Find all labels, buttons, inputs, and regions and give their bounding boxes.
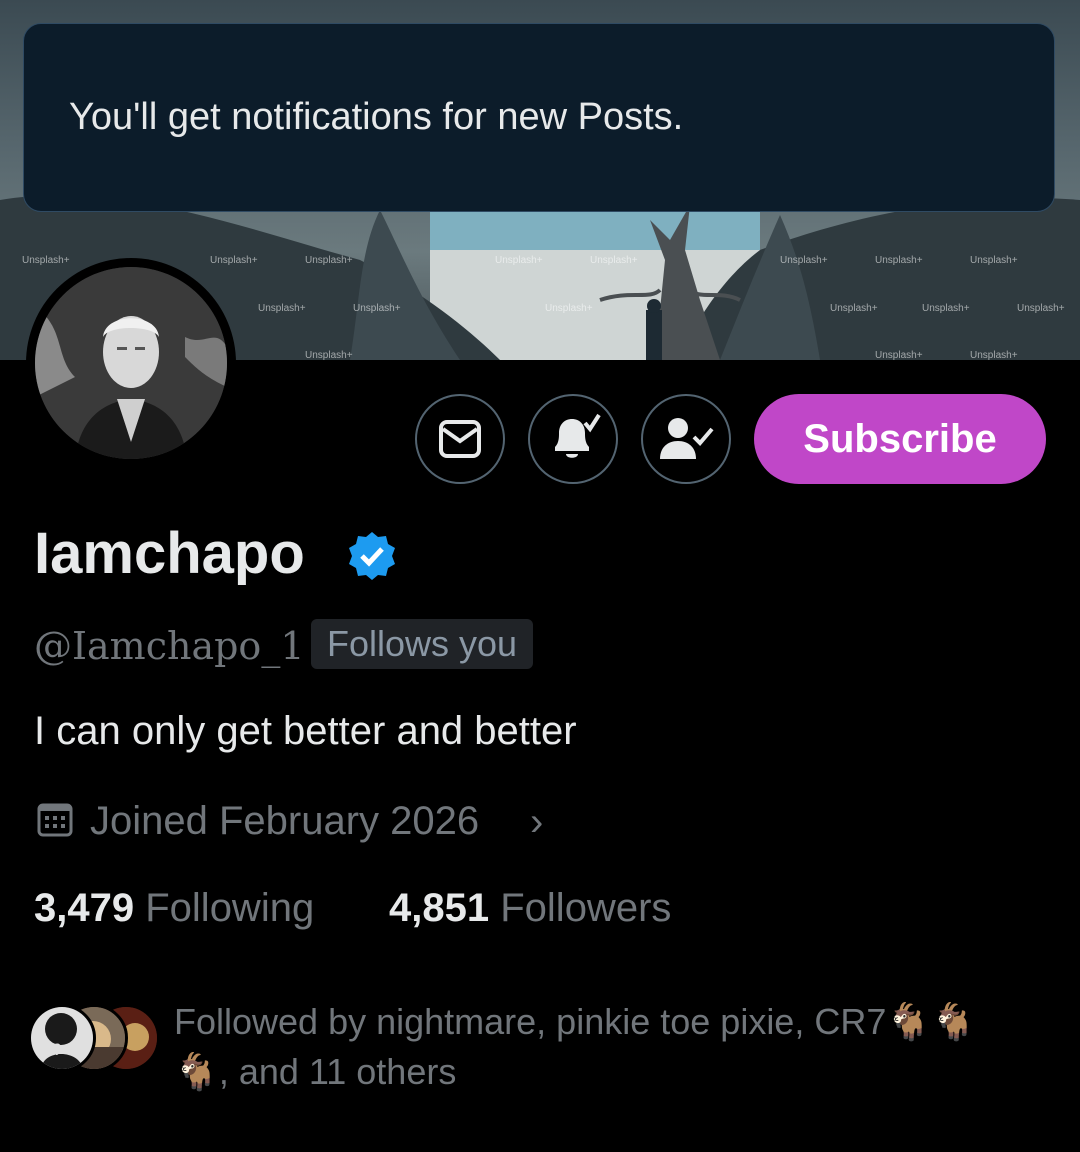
bell-check-icon — [555, 413, 601, 458]
followers-label: Followers — [500, 886, 672, 930]
watermark: Unsplash+ — [353, 303, 401, 314]
profile-handle: @Iamchapo_1 — [34, 624, 305, 668]
following-count: 3,479 — [34, 886, 135, 930]
person-check-icon — [660, 418, 714, 459]
notification-toast[interactable]: You'll get notifications for new Posts. — [23, 23, 1055, 212]
mail-icon — [439, 420, 481, 458]
watermark: Unsplash+ — [1017, 303, 1065, 314]
profile-avatar[interactable] — [26, 258, 236, 468]
followed-by-text[interactable]: Followed by nightmare, pinkie toe pixie,… — [174, 997, 1034, 1097]
following-stat[interactable]: 3,479 Following — [34, 886, 314, 931]
message-button[interactable] — [415, 394, 505, 484]
calendar-icon — [37, 803, 73, 837]
following-label: Following — [145, 886, 315, 930]
watermark: Unsplash+ — [970, 255, 1018, 266]
watermark: Unsplash+ — [970, 350, 1018, 360]
profile-bio: I can only get better and better — [34, 709, 577, 753]
watermark: Unsplash+ — [258, 303, 306, 314]
watermark: Unsplash+ — [210, 255, 258, 266]
watermark: Unsplash+ — [495, 255, 543, 266]
watermark: Unsplash+ — [590, 255, 638, 266]
watermark: Unsplash+ — [22, 255, 70, 266]
watermark: Unsplash+ — [922, 303, 970, 314]
watermark: Unsplash+ — [875, 255, 923, 266]
followed-by-line: Followed by nightmare, pinkie toe pixie,… — [174, 1001, 977, 1042]
following-button[interactable] — [641, 394, 731, 484]
chevron-right-icon[interactable]: › — [530, 800, 543, 845]
watermark: Unsplash+ — [545, 303, 593, 314]
followed-by-line: 🐐, and 11 others — [174, 1051, 457, 1092]
avatar-photo — [35, 267, 227, 459]
joined-date[interactable]: Joined February 2026 — [90, 799, 479, 844]
watermark: Unsplash+ — [830, 303, 878, 314]
mutual-followers-avatars[interactable]: ? — [28, 1004, 163, 1076]
watermark: Unsplash+ — [305, 255, 353, 266]
watermark: Unsplash+ — [780, 255, 828, 266]
svg-text:?: ? — [53, 1040, 62, 1059]
toast-message: You'll get notifications for new Posts. — [69, 96, 684, 138]
follows-you-badge: Follows you — [311, 619, 534, 669]
notifications-button[interactable] — [528, 394, 618, 484]
watermark: Unsplash+ — [875, 350, 923, 360]
avatar: ? — [28, 1004, 96, 1072]
watermark: Unsplash+ — [305, 350, 353, 360]
followers-count: 4,851 — [389, 886, 490, 930]
subscribe-button[interactable]: Subscribe — [754, 394, 1046, 484]
display-name: Iamchapo — [34, 521, 305, 586]
verified-badge-icon[interactable] — [346, 530, 398, 582]
followers-stat[interactable]: 4,851 Followers — [389, 886, 671, 931]
